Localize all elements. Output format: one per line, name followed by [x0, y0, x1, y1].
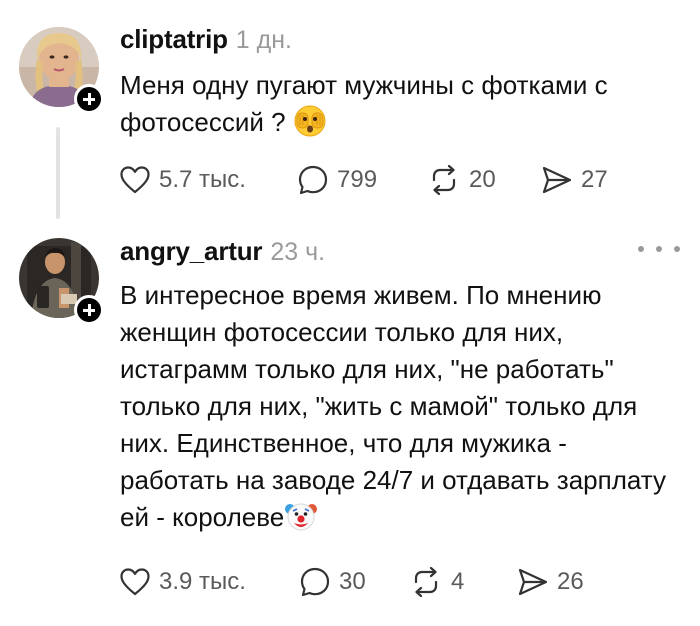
comment-text: Меня одну пугают мужчины с фотками с фот…	[120, 67, 680, 141]
comment-body: В интересное время живем. По мнению женщ…	[120, 280, 666, 532]
repost-arrows-icon	[414, 567, 438, 597]
reply-button[interactable]: 30	[300, 564, 366, 600]
ellipsis-icon	[638, 246, 644, 252]
share-count: 26	[557, 568, 584, 595]
speech-bubble-icon	[300, 567, 330, 597]
like-button[interactable]: 5.7 тыс.	[120, 162, 246, 198]
reply-count: 799	[337, 166, 378, 193]
clown-face-icon	[284, 499, 318, 533]
heart-icon	[120, 568, 150, 596]
more-options-button[interactable]	[638, 243, 680, 255]
repost-count: 4	[451, 568, 465, 595]
comment-body: Меня одну пугают мужчины с фотками с фот…	[120, 70, 608, 137]
comment-header: angry_artur 23 ч.	[120, 236, 325, 267]
repost-arrows-icon	[432, 165, 456, 195]
like-count: 5.7 тыс.	[159, 166, 246, 193]
ellipsis-icon	[674, 246, 680, 252]
username[interactable]: cliptatrip	[120, 24, 228, 54]
speech-bubble-icon	[298, 165, 328, 195]
comment-post: cliptatrip 1 дн. Меня одну пугают мужчины…	[0, 0, 700, 225]
repost-button[interactable]: 4	[410, 564, 464, 600]
like-button[interactable]: 3.9 тыс.	[120, 564, 246, 600]
action-bar: 5.7 тыс. 799 20 27	[120, 162, 680, 198]
repost-count: 20	[469, 166, 496, 193]
follow-button[interactable]	[74, 84, 104, 114]
action-bar: 3.9 тыс. 30 4 26	[120, 564, 680, 600]
timestamp: 1 дн.	[235, 26, 292, 54]
paper-plane-icon	[542, 166, 572, 194]
share-button[interactable]: 26	[518, 564, 584, 600]
reply-button[interactable]: 799	[298, 162, 377, 198]
reply-count: 30	[339, 568, 366, 595]
face-with-peeking-eye-icon	[293, 104, 327, 138]
thread-line	[56, 127, 60, 219]
timestamp: 23 ч.	[270, 238, 326, 266]
comment-text: В интересное время живем. По мнению женщ…	[120, 277, 680, 536]
paper-plane-icon	[518, 568, 548, 596]
username[interactable]: angry_artur	[120, 236, 263, 266]
follow-button[interactable]	[74, 295, 104, 325]
ellipsis-icon	[656, 246, 662, 252]
repost-button[interactable]: 20	[428, 162, 496, 198]
heart-icon	[120, 166, 150, 194]
comment-post: angry_artur 23 ч. В интересное время живе…	[0, 225, 700, 626]
like-count: 3.9 тыс.	[159, 568, 246, 595]
share-count: 27	[581, 166, 608, 193]
share-button[interactable]: 27	[542, 162, 608, 198]
comment-header: cliptatrip 1 дн.	[120, 24, 292, 55]
